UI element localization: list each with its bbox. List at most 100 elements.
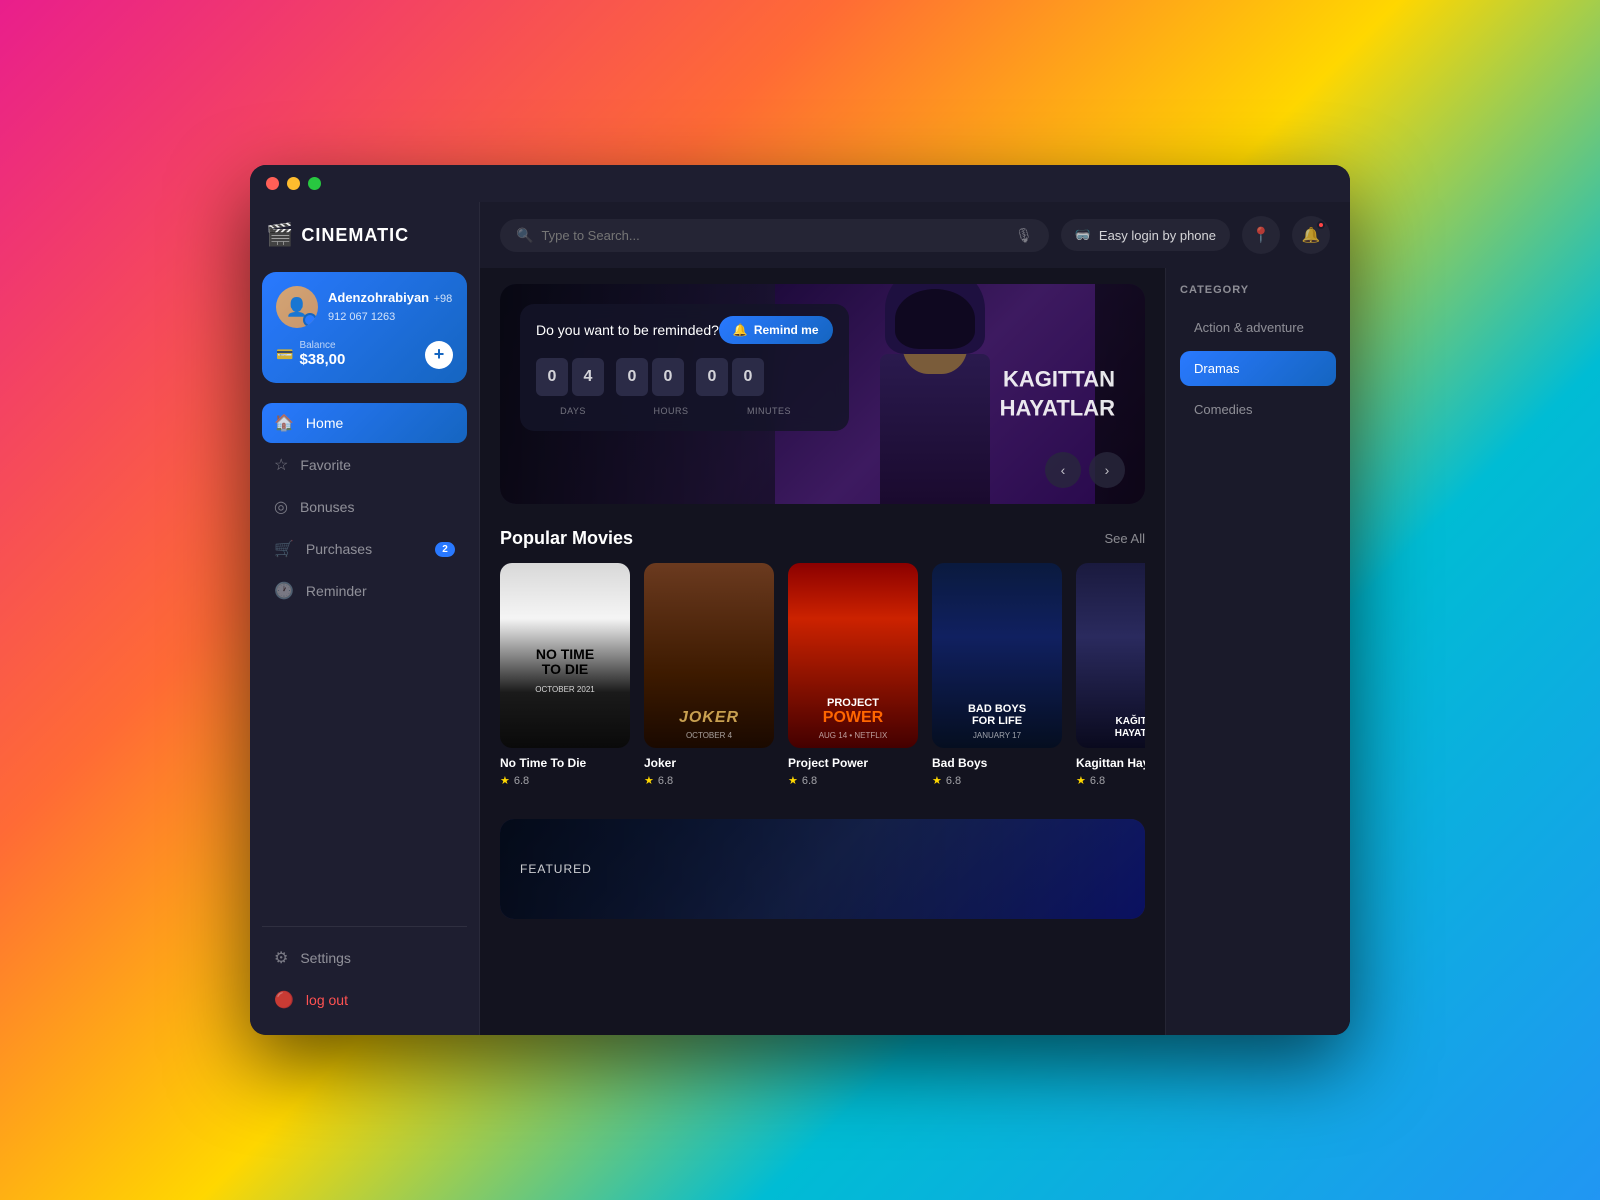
category-header: CATEGORY [1180,284,1336,296]
movie-poster-project-power: PROJECTPOWER AUG 14 • NETFLIX [788,563,918,748]
avatar: 👤 [276,286,318,328]
minutes-label: MINUTES [747,406,791,416]
notification-button[interactable]: 🔔 [1292,216,1330,254]
location-button[interactable]: 📍 [1242,216,1280,254]
search-box[interactable]: 🔍 🎙 [500,219,1049,252]
category-dramas[interactable]: Dramas [1180,351,1336,386]
close-button[interactable] [266,177,279,190]
balance-amount: $38,00 [299,351,345,368]
category-comedies[interactable]: Comedies [1180,392,1336,427]
rating-value: 6.8 [514,775,529,787]
sidebar: 🎬 CINEMATIC 👤 Adenzohrabiyan +98 912 067… [250,202,480,1035]
reminder-icon: 🕐 [274,581,294,601]
hero-title-line2: HAYATLAR [1000,394,1115,423]
bonuses-icon: ◎ [274,497,288,517]
user-name: Adenzohrabiyan [328,290,429,305]
sidebar-item-bonuses[interactable]: ◎ Bonuses [262,487,467,527]
hero-title-line1: KAGITTAN [1000,365,1115,394]
star-icon: ★ [932,774,942,787]
minutes-tens: 0 [696,358,728,396]
topbar: 🔍 🎙 🥽 Easy login by phone 📍 🔔 [480,202,1350,268]
bell-remind-icon: 🔔 [733,323,748,337]
sidebar-label-settings: Settings [300,950,351,966]
movie-title-project-power: Project Power [788,756,918,770]
sidebar-item-reminder[interactable]: 🕐 Reminder [262,571,467,611]
countdown-days: 0 4 [536,358,604,396]
sidebar-item-logout[interactable]: 🔴 log out [262,981,467,1019]
movie-card-joker[interactable]: JOKER OCTOBER 4 Joker ★ 6.8 [644,563,774,787]
movie-poster-bad-boys: BAD BOYSFOR LIFE JANUARY 17 [932,563,1062,748]
reminder-question: Do you want to be reminded? [536,322,719,338]
movie-rating-project-power: ★ 6.8 [788,774,918,787]
purchases-icon: 🛒 [274,539,294,559]
star-icon: ★ [788,774,798,787]
hero-banner: KAGITTAN HAYATLAR Do you want to be remi… [500,284,1145,504]
countdown-minutes: 0 0 [696,358,764,396]
content-area: KAGITTAN HAYATLAR Do you want to be remi… [480,268,1350,1035]
movie-title-no-time-to-die: No Time To Die [500,756,630,770]
movies-grid: NO TIMETO DIE OCTOBER 2021 No Time To Di… [500,563,1145,795]
movie-card-bad-boys[interactable]: BAD BOYSFOR LIFE JANUARY 17 Bad Boys ★ 6… [932,563,1062,787]
sidebar-item-settings[interactable]: ⚙ Settings [262,939,467,977]
movie-rating-bad-boys: ★ 6.8 [932,774,1062,787]
sidebar-bottom: ⚙ Settings 🔴 log out [262,926,467,1019]
hero-title: KAGITTAN HAYATLAR [1000,365,1115,422]
right-sidebar-categories: CATEGORY Action & adventure Dramas Comed… [1165,268,1350,1035]
maximize-button[interactable] [308,177,321,190]
movie-rating-no-time-to-die: ★ 6.8 [500,774,630,787]
hours-label: HOURS [653,406,688,416]
sidebar-label-favorite: Favorite [300,457,351,473]
hero-prev-button[interactable]: ‹ [1045,452,1081,488]
movie-poster-joker: JOKER OCTOBER 4 [644,563,774,748]
see-all-button[interactable]: See All [1105,531,1145,546]
rating-value: 6.8 [1090,775,1105,787]
main-content: 🔍 🎙 🥽 Easy login by phone 📍 🔔 [480,202,1350,1035]
sidebar-label-home: Home [306,415,343,431]
movie-card-no-time-to-die[interactable]: NO TIMETO DIE OCTOBER 2021 No Time To Di… [500,563,630,787]
microphone-icon[interactable]: 🎙 [1015,227,1033,244]
days-units: 4 [572,358,604,396]
sidebar-label-reminder: Reminder [306,583,367,599]
add-balance-button[interactable]: + [425,341,453,369]
movie-card-project-power[interactable]: PROJECTPOWER AUG 14 • NETFLIX Project Po… [788,563,918,787]
movie-card-kagittan[interactable]: KAĞITTANHAYATLAR Kagittan Hayatlar ★ 6.8 [1076,563,1145,787]
balance-info: 💳 Balance $38,00 [276,340,345,369]
hero-next-button[interactable]: › [1089,452,1125,488]
vr-icon: 🥽 [1075,227,1091,243]
countdown-row: 0 4 0 0 [536,358,833,396]
minimize-button[interactable] [287,177,300,190]
sidebar-item-favorite[interactable]: ☆ Favorite [262,445,467,485]
sidebar-label-bonuses: Bonuses [300,499,354,515]
hero-reminder-card: Do you want to be reminded? 🔔 Remind me [520,304,849,431]
movie-poster-no-time-to-die: NO TIMETO DIE OCTOBER 2021 [500,563,630,748]
favorite-icon: ☆ [274,455,288,475]
hero-navigation: ‹ › [1045,452,1125,488]
movie-title-kagittan: Kagittan Hayatlar [1076,756,1145,770]
logo-text: CINEMATIC [301,225,409,246]
movie-poster-kagittan: KAĞITTANHAYATLAR [1076,563,1145,748]
notification-dot [1317,221,1325,229]
popular-movies-header: Popular Movies See All [500,528,1145,549]
home-icon: 🏠 [274,413,294,433]
sidebar-label-logout: log out [306,992,348,1008]
category-action-adventure[interactable]: Action & adventure [1180,310,1336,345]
user-details: Adenzohrabiyan +98 912 067 1263 [328,289,453,325]
movie-rating-joker: ★ 6.8 [644,774,774,787]
hours-units: 0 [652,358,684,396]
easy-login-button[interactable]: 🥽 Easy login by phone [1061,219,1230,251]
remind-me-button[interactable]: 🔔 Remind me [719,316,833,344]
hours-tens: 0 [616,358,648,396]
bottom-teaser: Featured [500,819,1145,919]
movie-rating-kagittan: ★ 6.8 [1076,774,1145,787]
movie-title-joker: Joker [644,756,774,770]
nav-items: 🏠 Home ☆ Favorite ◎ Bonuses 🛒 Purchases … [262,403,467,926]
sidebar-item-purchases[interactable]: 🛒 Purchases 2 [262,529,467,569]
purchases-badge: 2 [435,542,455,557]
logo: 🎬 CINEMATIC [262,218,467,252]
sidebar-item-home[interactable]: 🏠 Home [262,403,467,443]
center-content: KAGITTAN HAYATLAR Do you want to be remi… [480,268,1165,1035]
avatar-badge [303,313,317,327]
logout-icon: 🔴 [274,990,294,1010]
search-input[interactable] [541,228,1007,243]
settings-icon: ⚙ [274,948,288,968]
